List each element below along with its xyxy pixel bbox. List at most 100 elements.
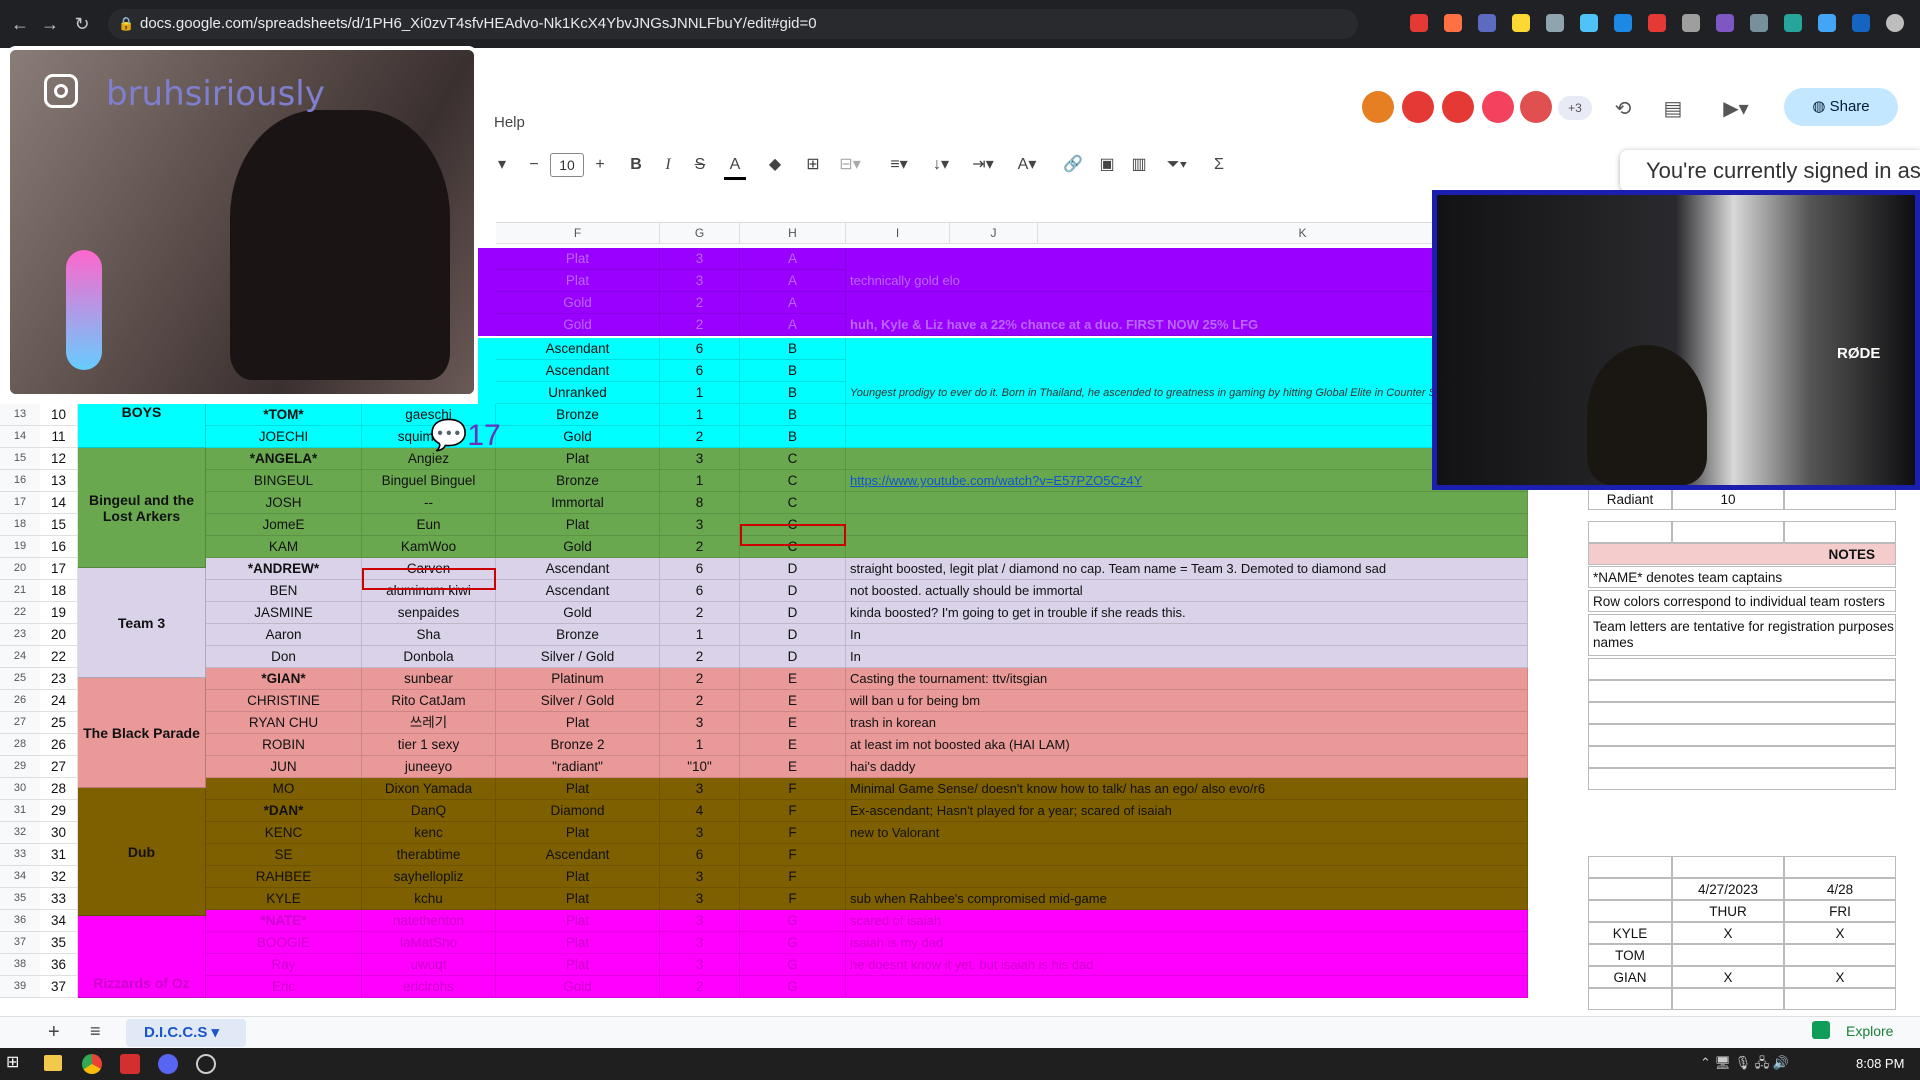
note-cell[interactable]: Minimal Game Sense/ doesn't know how to …: [846, 778, 1528, 800]
menu-help[interactable]: Help: [494, 114, 525, 131]
value-cell[interactable]: 8: [660, 492, 740, 514]
index-cell[interactable]: 37: [40, 976, 78, 998]
row-number[interactable]: 37: [0, 932, 40, 954]
index-cell[interactable]: 36: [40, 954, 78, 976]
note-cell[interactable]: huh, Kyle & Liz have a 22% chance at a d…: [846, 314, 1434, 336]
rank-cell[interactable]: Gold: [496, 314, 660, 336]
note-cell[interactable]: https://www.youtube.com/watch?v=E57PZO5C…: [846, 470, 1528, 492]
team-letter-cell[interactable]: C: [740, 492, 846, 514]
functions-icon[interactable]: Σ: [1208, 150, 1230, 180]
player-cell[interactable]: *DAN*: [206, 800, 362, 822]
notes-item[interactable]: *NAME* denotes team captains: [1588, 566, 1896, 588]
team-name-cell[interactable]: The Black Parade: [78, 678, 206, 788]
rank-cell[interactable]: Bronze 2: [496, 734, 660, 756]
index-cell[interactable]: 30: [40, 822, 78, 844]
rank-cell[interactable]: "radiant": [496, 756, 660, 778]
link-icon[interactable]: 🔗: [1062, 150, 1084, 180]
empty-cell[interactable]: [1588, 856, 1672, 878]
note-cell[interactable]: [846, 492, 1528, 514]
notes-item[interactable]: Team letters are tentative for registrat…: [1588, 614, 1896, 656]
empty-cell[interactable]: [1588, 988, 1672, 1010]
schedule-mark[interactable]: [1672, 944, 1784, 966]
row-number[interactable]: 17: [0, 492, 40, 514]
value-cell[interactable]: 3: [660, 448, 740, 470]
extension-icon[interactable]: [1750, 14, 1768, 32]
decrease-font-icon[interactable]: −: [524, 150, 544, 180]
player-cell[interactable]: Eric: [206, 976, 362, 998]
team-name-cell[interactable]: Team 3: [78, 568, 206, 678]
note-cell[interactable]: In: [846, 646, 1528, 668]
chevron-down-icon[interactable]: ▾: [494, 150, 510, 180]
schedule-date[interactable]: 4/28: [1784, 878, 1896, 900]
empty-cell[interactable]: [1784, 488, 1896, 510]
empty-cell[interactable]: [1784, 988, 1896, 1010]
discord-icon[interactable]: [158, 1054, 178, 1074]
rank-cell[interactable]: Gold: [496, 976, 660, 998]
note-cell[interactable]: straight boosted, legit plat / diamond n…: [846, 558, 1528, 580]
empty-cell[interactable]: [1588, 658, 1896, 680]
team-letter-cell[interactable]: D: [740, 602, 846, 624]
forward-icon[interactable]: →: [36, 10, 64, 38]
notes-title[interactable]: NOTES: [1588, 543, 1896, 565]
schedule-mark[interactable]: X: [1672, 966, 1784, 988]
note-cell[interactable]: kinda boosted? I'm going to get in troub…: [846, 602, 1528, 624]
ign-cell[interactable]: sayhellopliz: [362, 866, 496, 888]
player-cell[interactable]: *ANGELA*: [206, 448, 362, 470]
index-cell[interactable]: 17: [40, 558, 78, 580]
column-header-f[interactable]: F: [496, 222, 660, 244]
row-number[interactable]: 32: [0, 822, 40, 844]
team-letter-cell[interactable]: E: [740, 756, 846, 778]
extension-icon[interactable]: [1580, 14, 1598, 32]
empty-cell[interactable]: [1588, 900, 1672, 922]
note-cell[interactable]: [846, 514, 1528, 536]
value-cell[interactable]: 3: [660, 932, 740, 954]
bold-icon[interactable]: B: [626, 150, 646, 180]
value-cell[interactable]: 6: [660, 338, 740, 360]
note-cell[interactable]: [846, 448, 1528, 470]
value-cell[interactable]: 6: [660, 580, 740, 602]
team-name-cell[interactable]: Rizzards of Oz: [78, 916, 206, 998]
ign-cell[interactable]: Rito CatJam: [362, 690, 496, 712]
value-cell[interactable]: "10": [660, 756, 740, 778]
index-cell[interactable]: 35: [40, 932, 78, 954]
rank-cell[interactable]: Bronze: [496, 470, 660, 492]
schedule-name[interactable]: TOM: [1588, 944, 1672, 966]
empty-cell[interactable]: [1588, 746, 1896, 768]
ign-cell[interactable]: uwuqt: [362, 954, 496, 976]
value-cell[interactable]: 3: [660, 778, 740, 800]
row-number[interactable]: 30: [0, 778, 40, 800]
ign-cell[interactable]: Binguel Binguel: [362, 470, 496, 492]
empty-cell[interactable]: [1588, 680, 1896, 702]
extension-icon[interactable]: [1478, 14, 1496, 32]
team-letter-cell[interactable]: D: [740, 624, 846, 646]
extension-icon[interactable]: [1512, 14, 1530, 32]
radiant-label[interactable]: Radiant: [1588, 488, 1672, 510]
index-cell[interactable]: 26: [40, 734, 78, 756]
ign-cell[interactable]: kchu: [362, 888, 496, 910]
note-cell[interactable]: [846, 536, 1528, 558]
index-cell[interactable]: 16: [40, 536, 78, 558]
column-header-h[interactable]: H: [740, 222, 846, 244]
explore-icon[interactable]: [1812, 1021, 1830, 1039]
rank-cell[interactable]: Silver / Gold: [496, 690, 660, 712]
schedule-date[interactable]: 4/27/2023: [1672, 878, 1784, 900]
row-number[interactable]: 20: [0, 558, 40, 580]
tray-icons[interactable]: ⌃ 🖥 🎙 🖧 🔊: [1700, 1055, 1789, 1070]
player-cell[interactable]: JASMINE: [206, 602, 362, 624]
extension-icon[interactable]: [1784, 14, 1802, 32]
row-number[interactable]: 25: [0, 668, 40, 690]
chart-icon[interactable]: ▥: [1128, 150, 1150, 180]
ign-cell[interactable]: KamWoo: [362, 536, 496, 558]
schedule-mark[interactable]: X: [1784, 922, 1896, 944]
radiant-value[interactable]: 10: [1672, 488, 1784, 510]
value-cell[interactable]: 2: [660, 668, 740, 690]
strikethrough-icon[interactable]: S: [690, 150, 710, 180]
player-cell[interactable]: JomeE: [206, 514, 362, 536]
note-cell[interactable]: trash in korean: [846, 712, 1528, 734]
ign-cell[interactable]: juneeyo: [362, 756, 496, 778]
merge-cells-icon[interactable]: ⊟▾: [836, 150, 864, 180]
rank-cell[interactable]: Immortal: [496, 492, 660, 514]
note-cell[interactable]: technically gold elo: [846, 270, 1434, 292]
more-collaborators-badge[interactable]: +3: [1558, 96, 1592, 120]
text-color-icon[interactable]: A: [724, 150, 746, 180]
